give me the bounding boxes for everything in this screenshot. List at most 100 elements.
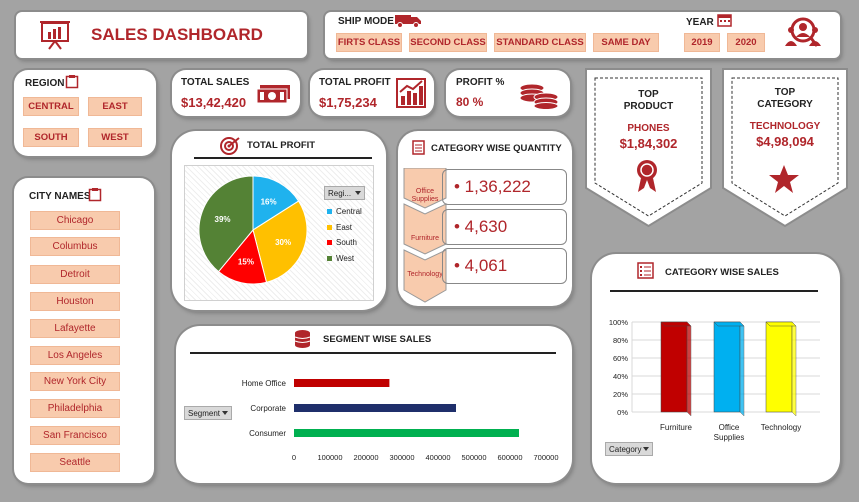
segment-label-2: Consumer xyxy=(249,429,286,438)
year-2019-button[interactable]: 2019 xyxy=(684,33,720,52)
region-card: REGION CENTRAL EAST SOUTH WEST xyxy=(14,70,156,156)
star-icon xyxy=(769,165,799,193)
profit-pie-chart: 16% 30% 15% 39% xyxy=(198,175,308,285)
profit-pct-label: PROFIT % xyxy=(456,77,505,88)
city-philadelphia-button[interactable]: Philadelphia xyxy=(30,399,120,418)
category-filter[interactable]: Category xyxy=(605,442,653,456)
segment-label-1: Corporate xyxy=(250,404,286,413)
legend-item-central: Central xyxy=(327,204,362,220)
category-quantity-title: CATEGORY WISE QUANTITY xyxy=(431,143,562,154)
segment-tick-5: 500000 xyxy=(461,453,486,462)
legend-label: South xyxy=(336,238,357,248)
city-columbus-button[interactable]: Columbus xyxy=(30,237,120,256)
segment-tick-0: 0 xyxy=(292,453,296,462)
legend-swatch xyxy=(327,224,332,230)
truck-icon xyxy=(395,15,421,28)
city-seattle-button[interactable]: Seattle xyxy=(30,453,120,472)
segment-label-0: Home Office xyxy=(242,379,287,388)
top-category-line2: CATEGORY xyxy=(757,99,813,110)
segment-bar-2 xyxy=(294,429,519,437)
top-product-name: PHONES xyxy=(627,123,670,134)
city-chicago-button[interactable]: Chicago xyxy=(30,211,120,230)
top-category-value: $4,98,094 xyxy=(756,134,814,149)
city-lafayette-button[interactable]: Lafayette xyxy=(30,319,120,338)
category-tick-0: 0% xyxy=(617,408,628,417)
city-los-angeles-button[interactable]: Los Angeles xyxy=(30,346,120,365)
year-2020-button[interactable]: 2020 xyxy=(727,33,765,52)
category-quantity-card: CATEGORY WISE QUANTITY Office Supplies F… xyxy=(398,131,572,306)
segment-filter[interactable]: Segment xyxy=(184,406,232,420)
segment-tick-1: 100000 xyxy=(317,453,342,462)
category-bar-1 xyxy=(713,321,741,413)
total-sales-label: TOTAL SALES xyxy=(181,77,250,88)
sales-list-icon xyxy=(637,262,654,279)
city-new-york-city-button[interactable]: New York City xyxy=(30,372,120,391)
category-sales-title: CATEGORY WISE SALES xyxy=(665,267,779,278)
legend-item-west: West xyxy=(327,251,362,267)
pie-legend: Central East South West xyxy=(327,204,362,266)
top-category-line1: TOP xyxy=(774,87,796,98)
region-pie-filter[interactable]: Regi... xyxy=(324,186,365,200)
category-sales-card: CATEGORY WISE SALES 0% 20% 40% 60% 80% 100% Fu… xyxy=(592,254,840,483)
total-profit-pie-rule xyxy=(194,157,372,159)
category-label-technology: Technology xyxy=(407,271,443,278)
city-detroit-button[interactable]: Detroit xyxy=(30,265,120,284)
legend-swatch xyxy=(327,255,332,261)
total-profit-pie-title: TOTAL PROFIT xyxy=(247,140,316,151)
list-icon xyxy=(412,140,425,155)
ship-same-day-button[interactable]: SAME DAY xyxy=(593,33,659,52)
bar-growth-icon xyxy=(396,78,426,108)
ship-mode-card: SHIP MODE FIRTS CLASS SECOND CLASS STAND… xyxy=(325,12,840,58)
category-bar-2 xyxy=(765,321,793,413)
category-value-furniture: • 4,630 xyxy=(454,217,508,236)
segment-tick-3: 300000 xyxy=(389,453,414,462)
legend-item-south: South xyxy=(327,235,362,251)
total-profit-label: TOTAL PROFIT xyxy=(319,77,391,88)
segment-sales-card: SEGMENT WISE SALES Home Office Corporate C… xyxy=(176,326,572,483)
category-xlabel-2-0: Technology xyxy=(761,423,801,432)
category-bar-top-0 xyxy=(660,321,692,327)
ship-first-class-button[interactable]: FIRTS CLASS xyxy=(336,33,402,52)
category-bar-side-1 xyxy=(739,321,745,417)
ship-second-class-button[interactable]: SECOND CLASS xyxy=(409,33,487,52)
city-san-francisco-button[interactable]: San Francisco xyxy=(30,426,120,445)
region-east-button[interactable]: EAST xyxy=(88,97,142,116)
category-tick-1: 20% xyxy=(613,390,628,399)
legend-label: West xyxy=(336,253,355,263)
segment-bar-0 xyxy=(294,379,390,387)
region-south-button[interactable]: SOUTH xyxy=(23,128,79,147)
presentation-chart-icon xyxy=(40,21,70,50)
category-bar-side-0 xyxy=(686,321,692,417)
calendar-icon xyxy=(717,14,732,27)
category-tick-4: 80% xyxy=(613,336,628,345)
category-label-furniture: Furniture xyxy=(410,235,439,242)
segment-tick-4: 400000 xyxy=(425,453,450,462)
city-houston-button[interactable]: Houston xyxy=(30,292,120,311)
coins-icon xyxy=(519,83,559,110)
total-profit-card: TOTAL PROFIT $1,75,234 xyxy=(310,70,434,116)
legend-swatch xyxy=(327,240,332,246)
total-sales-value: $13,42,420 xyxy=(181,95,247,110)
segment-tick-2: 200000 xyxy=(353,453,378,462)
profit-pct-card: PROFIT % 80 % xyxy=(446,70,570,116)
category-bar-top-2 xyxy=(765,321,797,327)
target-icon xyxy=(220,137,240,155)
region-west-button[interactable]: WEST xyxy=(88,128,142,147)
profit-pct-value: 80 % xyxy=(456,95,484,109)
region-central-button[interactable]: CENTRAL xyxy=(23,97,79,116)
segment-tick-7: 700000 xyxy=(533,453,558,462)
ship-standard-class-button[interactable]: STANDARD CLASS xyxy=(494,33,586,52)
category-xlabel-1-1: Supplies xyxy=(714,433,745,442)
category-value-office: • 1,36,222 xyxy=(454,177,531,196)
year-label: YEAR xyxy=(686,17,714,28)
segment-sales-rule xyxy=(190,352,556,354)
category-sales-rule xyxy=(610,290,818,292)
pie-label-central: 16% xyxy=(261,198,277,207)
header-card: SALES DASHBOARD xyxy=(16,12,307,58)
legend-item-east: East xyxy=(327,220,362,236)
pie-label-east: 30% xyxy=(275,238,291,247)
city-clipboard-icon xyxy=(88,188,102,202)
segment-sales-title: SEGMENT WISE SALES xyxy=(323,334,432,345)
pie-label-south: 15% xyxy=(238,258,254,267)
category-label-office: Office Supplies xyxy=(411,188,439,203)
